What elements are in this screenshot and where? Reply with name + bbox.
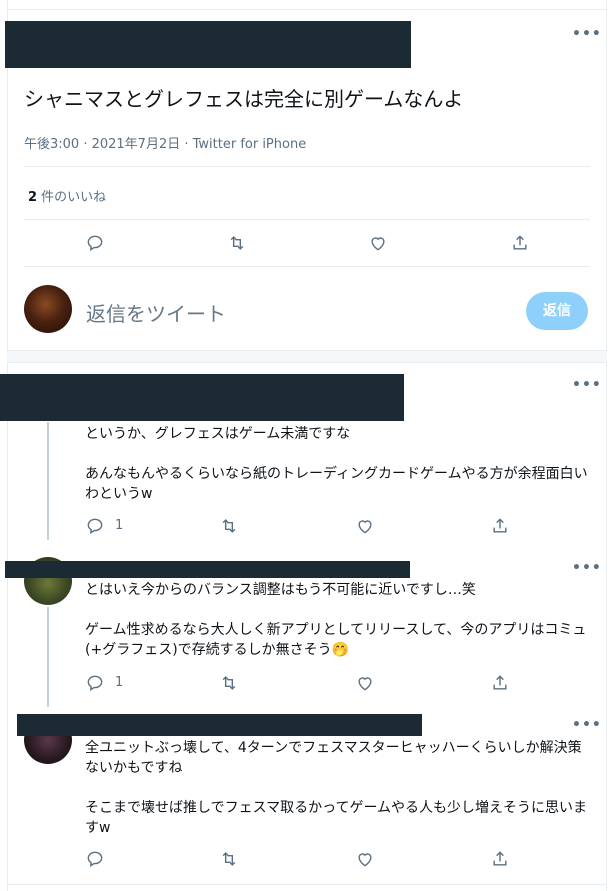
reply-count: 1 (115, 675, 124, 690)
likes-label: 件のいいね (37, 190, 107, 205)
reply-text: とはいえ今からのバランス調整はもう不可能に近いですし…笑 ゲーム性求めるなら大人… (85, 582, 587, 658)
like-icon[interactable] (354, 848, 376, 870)
more-icon[interactable]: ••• (572, 26, 602, 42)
more-icon[interactable]: ••• (572, 717, 602, 733)
reply-text: というか、グレフェスはゲーム未満ですな あんなもんやるくらいなら紙のトレーディン… (85, 426, 588, 502)
reply-input[interactable]: 返信をツイート (86, 298, 226, 327)
reply-icon[interactable] (84, 848, 106, 870)
thread-line (47, 422, 49, 540)
section-separator (7, 350, 607, 363)
redacted-author (5, 21, 411, 68)
divider (7, 884, 607, 885)
retweet-icon[interactable] (218, 672, 240, 694)
divider (24, 266, 590, 267)
tweet-text: シャニマスとグレフェスは完全に別ゲームなんよ (24, 87, 464, 111)
like-icon[interactable] (354, 515, 376, 537)
share-icon[interactable] (509, 232, 531, 254)
page-edge-right (606, 0, 607, 891)
tweet-meta[interactable]: 午後3:00 · 2021年7月2日 · Twitter for iPhone (24, 133, 306, 152)
divider (7, 9, 607, 10)
reply-icon[interactable] (84, 515, 106, 537)
share-icon[interactable] (489, 848, 511, 870)
retweet-icon[interactable] (218, 515, 240, 537)
divider (24, 166, 590, 167)
redacted-author (17, 714, 422, 736)
redacted-author (0, 374, 404, 421)
reply-icon[interactable] (84, 672, 106, 694)
thread-line (47, 607, 49, 707)
retweet-icon[interactable] (218, 848, 240, 870)
share-icon[interactable] (489, 672, 511, 694)
page-edge-left (7, 0, 8, 891)
reply-icon[interactable] (84, 232, 106, 254)
reply-button[interactable]: 返信 (526, 292, 588, 330)
like-icon[interactable] (354, 672, 376, 694)
retweet-icon[interactable] (226, 232, 248, 254)
reply-count: 1 (115, 518, 124, 533)
more-icon[interactable]: ••• (572, 377, 602, 393)
reply-text: 全ユニットぶっ壊して、4ターンでフェスマスターヒャッハーくらいしか解決策ないかも… (85, 740, 588, 836)
user-avatar[interactable] (24, 285, 72, 333)
more-icon[interactable]: ••• (572, 560, 602, 576)
likes-summary[interactable]: 2 件のいいね (28, 186, 106, 205)
redacted-author (5, 561, 410, 578)
likes-count: 2 (28, 190, 38, 205)
divider (24, 219, 590, 220)
like-icon[interactable] (367, 232, 389, 254)
share-icon[interactable] (489, 515, 511, 537)
